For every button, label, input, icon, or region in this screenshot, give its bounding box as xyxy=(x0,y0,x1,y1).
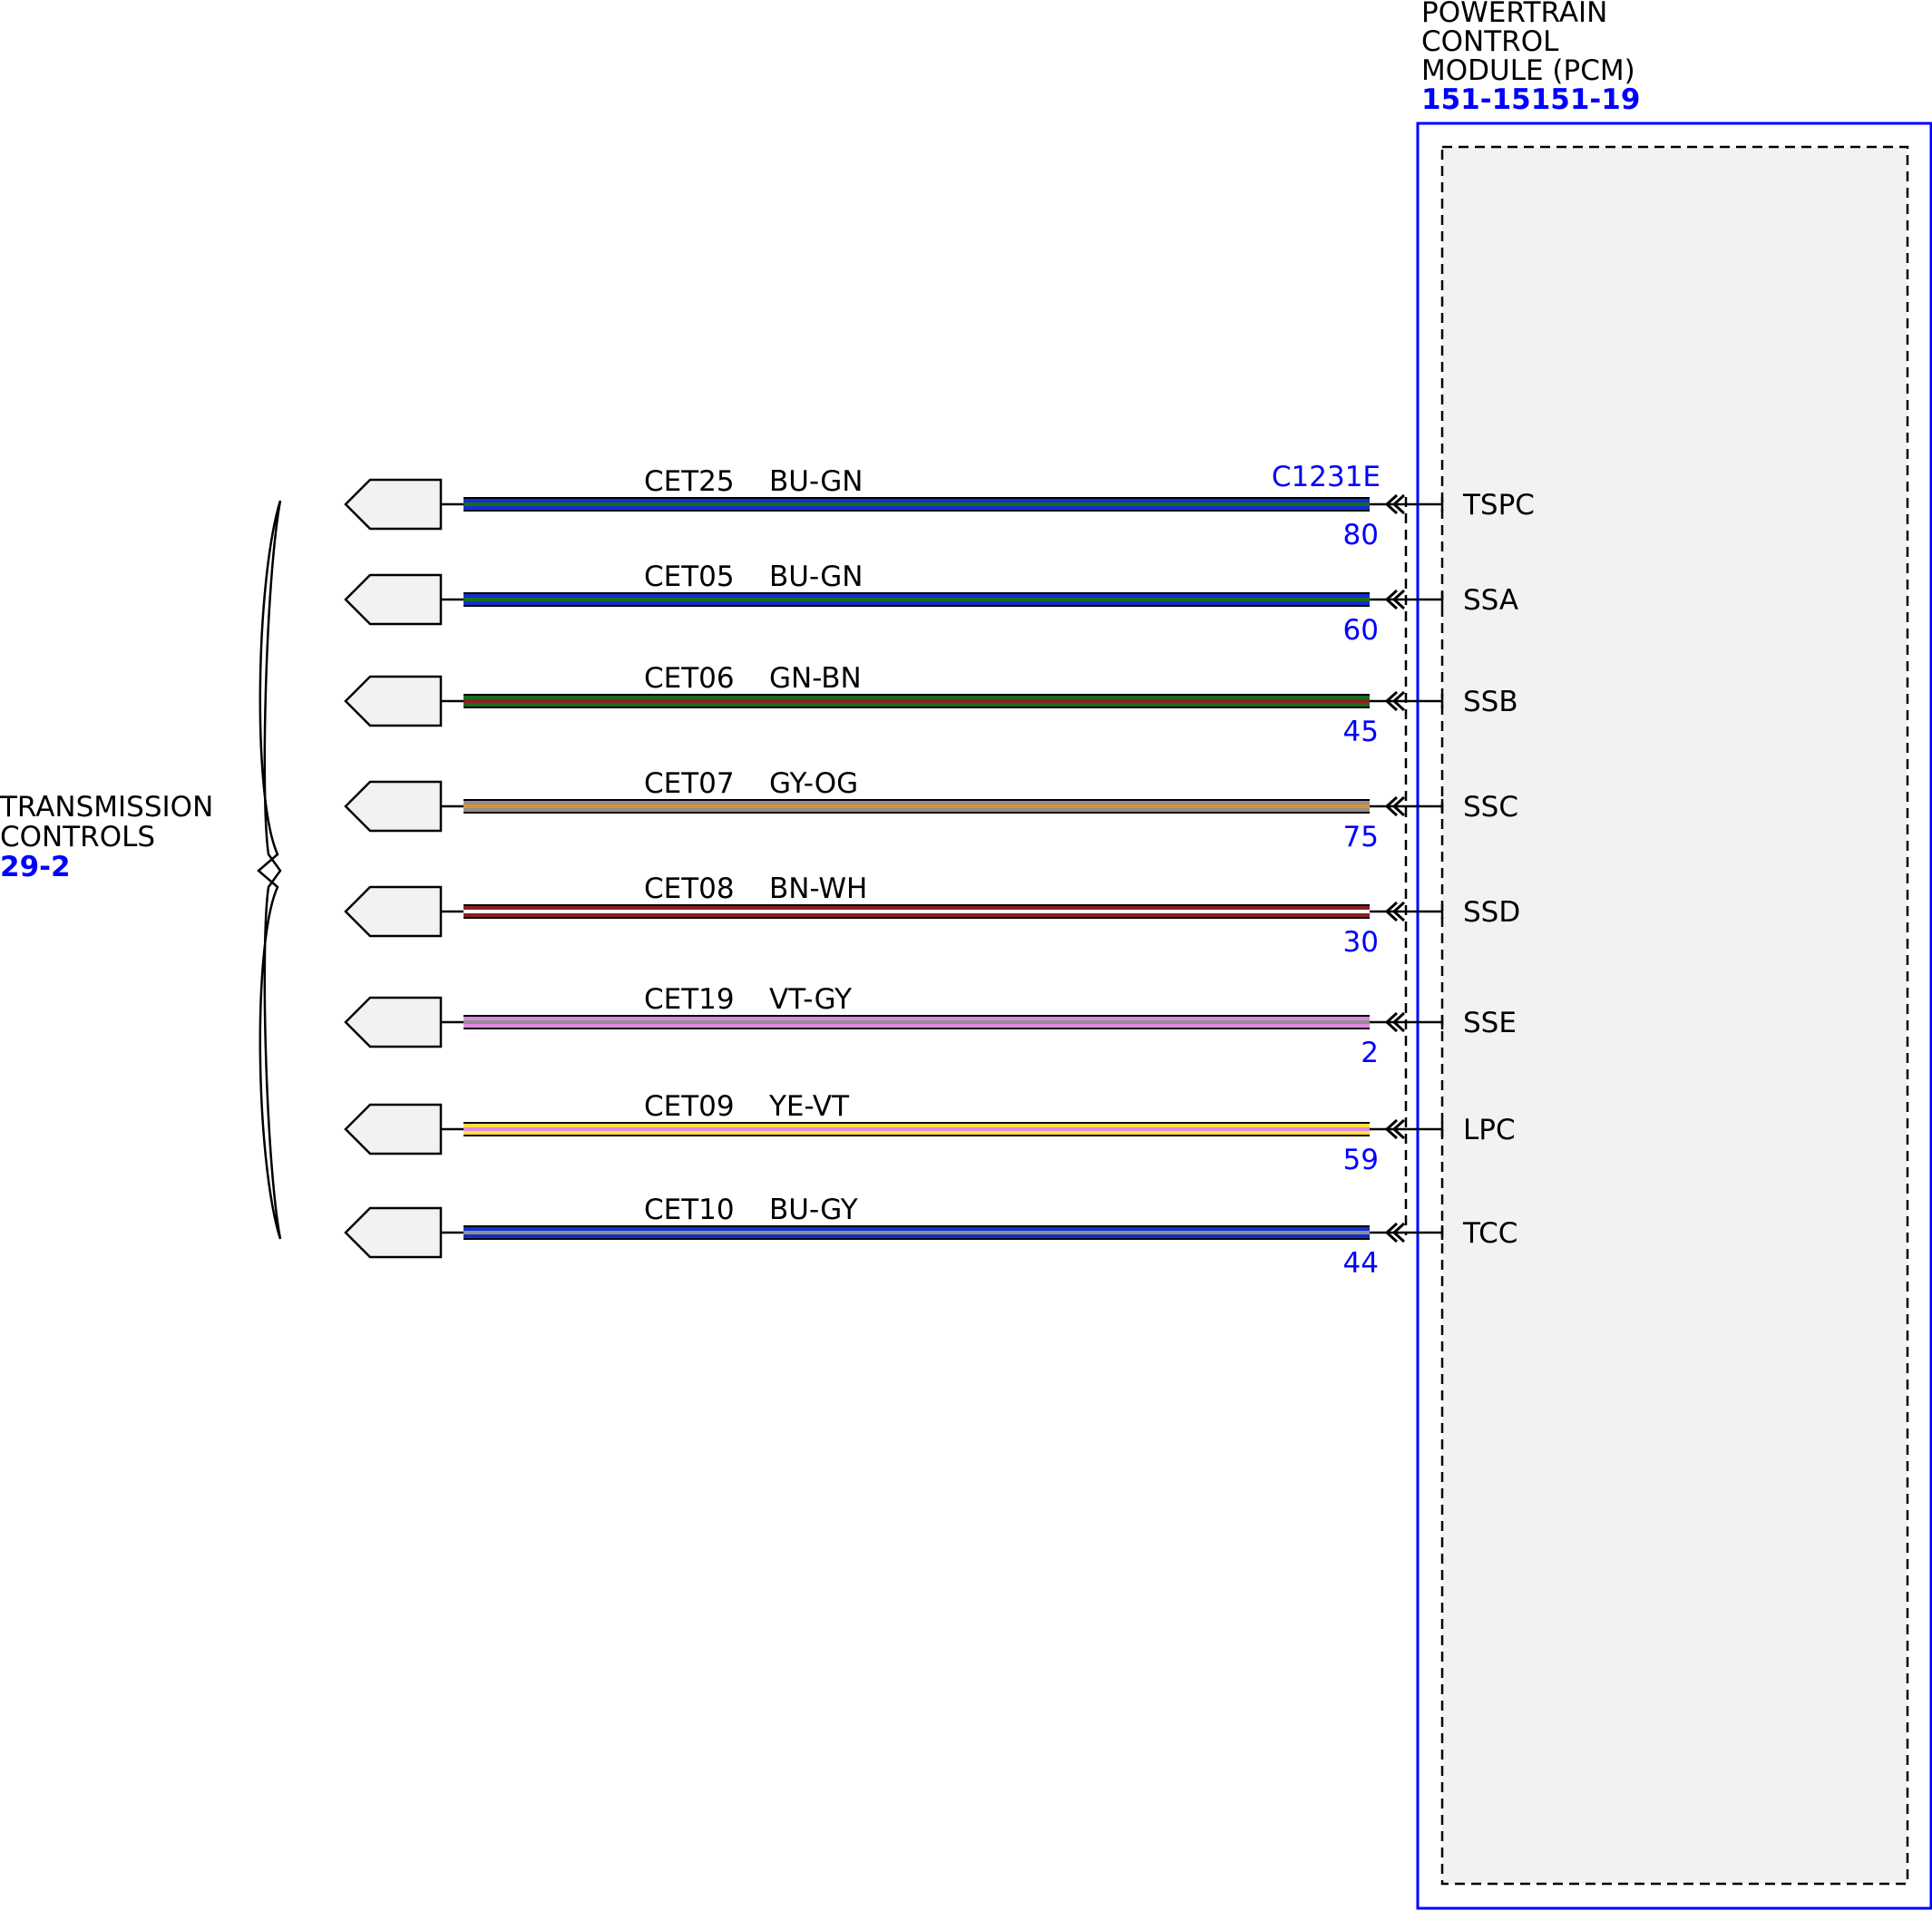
wire-color-code: YE-VT xyxy=(768,1090,850,1123)
pin-number: 80 xyxy=(1343,519,1379,551)
circuit-label: CET06 xyxy=(644,662,735,695)
signal-name: SSB xyxy=(1463,686,1518,718)
wire-color-code: BU-GN xyxy=(769,561,864,593)
component-connector[interactable] xyxy=(344,1206,443,1259)
component-connector[interactable] xyxy=(344,573,443,626)
circuit-label: CET09 xyxy=(644,1090,735,1123)
component-connector[interactable] xyxy=(344,885,443,938)
component-connector[interactable] xyxy=(344,1103,443,1155)
signal-name: TSPC xyxy=(1462,489,1535,522)
pin-number: 45 xyxy=(1343,716,1379,748)
circuit-label: CET05 xyxy=(644,561,735,593)
group-reference-link[interactable]: 29-2 xyxy=(0,851,71,883)
signal-name: SSD xyxy=(1463,896,1520,929)
pin-number: 59 xyxy=(1343,1144,1379,1176)
signal-name: LPC xyxy=(1463,1114,1516,1146)
wire-stripe-color xyxy=(463,502,1370,506)
wire-color-code: GN-BN xyxy=(769,662,862,695)
wire-stripe-color xyxy=(463,1231,1370,1234)
pin-number: 75 xyxy=(1343,821,1379,853)
wire-row[interactable]: CET09 YE-VT 59 LPC xyxy=(344,1090,1516,1176)
wire-row[interactable]: CET08 BN-WH 30 SSD xyxy=(344,873,1520,959)
wire-row[interactable]: CET05 BU-GN 60 SSA xyxy=(344,561,1518,647)
signal-name: SSA xyxy=(1463,584,1518,617)
wire-stripe-color xyxy=(463,598,1370,601)
wire-color-code: BU-GY xyxy=(769,1194,858,1226)
pcm-title-line-3: MODULE (PCM) xyxy=(1421,54,1635,87)
component-connector[interactable] xyxy=(344,780,443,833)
circuit-label: CET07 xyxy=(644,767,735,800)
group-brace xyxy=(257,500,282,1240)
signal-name: SSC xyxy=(1463,791,1518,824)
group-title-line-2: CONTROLS xyxy=(0,821,155,853)
pin-number: 60 xyxy=(1343,614,1379,647)
wire-color-code: BU-GN xyxy=(769,465,864,498)
wire-color-code: VT-GY xyxy=(769,983,852,1016)
pin-number: 44 xyxy=(1343,1247,1379,1280)
wiring-diagram: POWERTRAIN CONTROL MODULE (PCM) 151-1515… xyxy=(0,0,1932,1910)
wire-stripe-color xyxy=(463,699,1370,703)
pcm-title-line-2: CONTROL xyxy=(1421,25,1559,58)
wire-stripe-color xyxy=(463,910,1370,913)
pin-number: 30 xyxy=(1343,926,1379,959)
wire-color-code: GY-OG xyxy=(769,767,858,800)
signal-name: TCC xyxy=(1462,1217,1517,1250)
pcm-reference-link[interactable]: 151-15151-19 xyxy=(1421,83,1640,116)
component-connector[interactable] xyxy=(344,996,443,1048)
circuit-label: CET19 xyxy=(644,983,735,1016)
circuit-label: CET08 xyxy=(644,873,735,905)
wire-row[interactable]: CET19 VT-GY 2 SSE xyxy=(344,983,1517,1069)
group-title-line-1: TRANSMISSION xyxy=(0,791,213,824)
component-connector[interactable] xyxy=(344,675,443,727)
wire-stripe-color xyxy=(463,804,1370,808)
wire-row[interactable]: CET07 GY-OG 75 SSC xyxy=(344,767,1518,853)
signal-name: SSE xyxy=(1463,1007,1517,1039)
connector-id-label: C1231E xyxy=(1272,461,1381,493)
wire-color-code: BN-WH xyxy=(769,873,867,905)
circuit-label: CET25 xyxy=(644,465,735,498)
component-connector[interactable] xyxy=(344,478,443,531)
wire-row[interactable]: CET06 GN-BN 45 SSB xyxy=(344,662,1518,748)
wire-stripe-color xyxy=(463,1127,1370,1131)
wire-stripe-color xyxy=(463,1020,1370,1024)
circuit-label: CET10 xyxy=(644,1194,735,1226)
wire-row[interactable]: CET10 BU-GY 44 TCC xyxy=(344,1194,1517,1280)
pin-number: 2 xyxy=(1361,1037,1379,1069)
